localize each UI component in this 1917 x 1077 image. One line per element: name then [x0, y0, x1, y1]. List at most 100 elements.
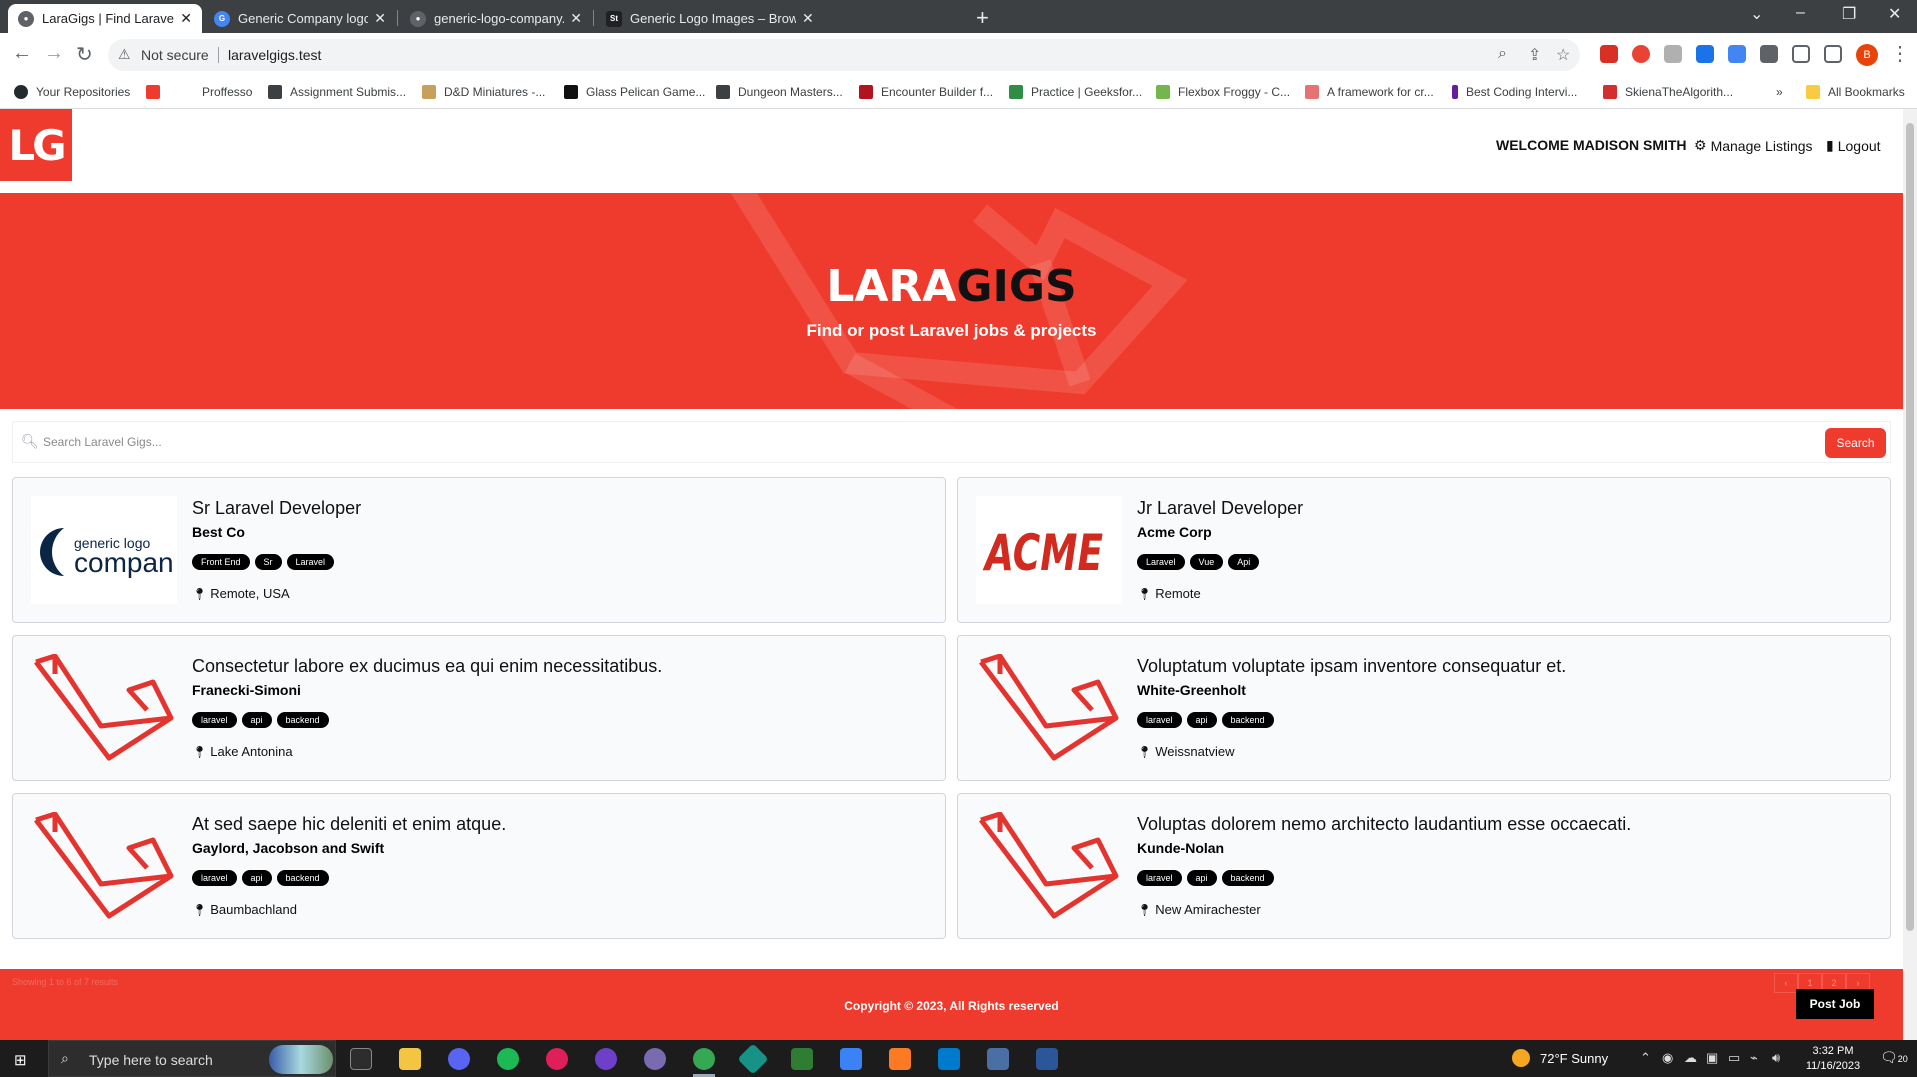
weather-text[interactable]: 72°F Sunny: [1540, 1051, 1608, 1066]
cloud-icon[interactable]: ☁: [1684, 1050, 1697, 1066]
windows-start-icon[interactable]: ⊞: [14, 1051, 27, 1069]
bookmark[interactable]: Encounter Builder f...: [859, 85, 993, 99]
bookmark[interactable]: Glass Pelican Game...: [564, 85, 705, 99]
spotify-icon[interactable]: [497, 1048, 519, 1070]
notification-icon[interactable]: 🗨︎20: [1880, 1049, 1908, 1066]
warning-icon[interactable]: ⚠: [118, 46, 131, 63]
tag[interactable]: laravel: [192, 870, 237, 886]
side-panel-icon[interactable]: [1824, 45, 1842, 63]
bookmark[interactable]: D&D Miniatures -...: [422, 85, 545, 99]
logout-link[interactable]: ▮ Logout: [1826, 137, 1881, 154]
listing-title[interactable]: Voluptatum voluptate ipsam inventore con…: [1137, 656, 1566, 677]
close-icon[interactable]: ✕: [570, 10, 582, 27]
bookmark[interactable]: Best Coding Intervi...: [1452, 85, 1577, 99]
tray-icon[interactable]: ▣: [1706, 1050, 1718, 1066]
close-window-icon[interactable]: ✕: [1888, 4, 1901, 24]
scrollbar-thumb[interactable]: [1906, 123, 1914, 931]
forward-icon[interactable]: →: [44, 42, 64, 65]
tag[interactable]: Front End: [192, 554, 250, 570]
xampp-icon[interactable]: [889, 1048, 911, 1070]
tag[interactable]: Api: [1228, 554, 1260, 570]
close-icon[interactable]: ✕: [180, 10, 192, 27]
file-explorer-icon[interactable]: [399, 1048, 421, 1070]
tag[interactable]: Laravel: [286, 554, 335, 570]
site-logo[interactable]: LG: [0, 109, 72, 181]
slack-icon[interactable]: [546, 1048, 568, 1070]
gitkraken-icon[interactable]: [737, 1043, 769, 1075]
tag[interactable]: laravel: [192, 712, 237, 728]
pagination-prev[interactable]: ‹: [1774, 973, 1798, 993]
tag[interactable]: api: [1186, 870, 1217, 886]
chrome-icon[interactable]: [693, 1048, 715, 1070]
task-view-icon[interactable]: [350, 1048, 372, 1070]
tag[interactable]: api: [241, 712, 272, 728]
browser-tab[interactable]: ● LaraGigs | Find Laravel Jobs & P ✕: [8, 4, 202, 33]
weather-icon[interactable]: [1512, 1049, 1530, 1067]
tag[interactable]: Vue: [1189, 554, 1224, 570]
new-tab-button[interactable]: +: [976, 5, 989, 31]
tab-search-icon[interactable]: ⌄: [1750, 4, 1763, 24]
github-desktop-icon[interactable]: [595, 1048, 617, 1070]
translate-icon[interactable]: [1728, 45, 1746, 63]
search-input[interactable]: [43, 430, 1493, 454]
menu-kebab-icon[interactable]: ⋮: [1890, 41, 1910, 66]
listing-card[interactable]: generic logo company Sr Laravel Develope…: [12, 477, 946, 623]
listing-title[interactable]: At sed saepe hic deleniti et enim atque.: [192, 814, 506, 835]
adblock-icon[interactable]: [1600, 45, 1618, 63]
search-button[interactable]: Search: [1825, 428, 1886, 458]
listing-title[interactable]: Voluptas dolorem nemo architecto laudant…: [1137, 814, 1631, 835]
app-icon[interactable]: [987, 1048, 1009, 1070]
record-icon[interactable]: ◉: [1662, 1050, 1673, 1066]
display-icon[interactable]: ▭: [1728, 1050, 1740, 1066]
bookmark[interactable]: SkienaTheAlgorith...: [1603, 85, 1733, 99]
zoom-icon[interactable]: ⌕: [1498, 45, 1507, 63]
tag[interactable]: laravel: [1137, 712, 1182, 728]
extension-blue-icon[interactable]: [1696, 45, 1714, 63]
listing-title[interactable]: Sr Laravel Developer: [192, 498, 361, 519]
listing-card[interactable]: Voluptas dolorem nemo architecto laudant…: [957, 793, 1891, 939]
star-icon[interactable]: ☆: [1556, 45, 1570, 65]
browser-tab[interactable]: St Generic Logo Images – Browse 2 ✕: [596, 4, 966, 33]
calendar-icon[interactable]: [840, 1048, 862, 1070]
bookmark[interactable]: A framework for cr...: [1305, 85, 1434, 99]
listing-title[interactable]: Jr Laravel Developer: [1137, 498, 1303, 519]
listing-card[interactable]: At sed saepe hic deleniti et enim atque.…: [12, 793, 946, 939]
reload-icon[interactable]: ↻: [76, 42, 93, 67]
close-icon[interactable]: ✕: [802, 10, 814, 27]
browser-tab[interactable]: ● generic-logo-company.png (400 ✕: [400, 4, 592, 33]
browser-tab[interactable]: G Generic Company logo Png - Go ✕: [204, 4, 396, 33]
page-scrollbar[interactable]: [1903, 109, 1917, 1040]
chevron-up-icon[interactable]: ⌃: [1640, 1050, 1651, 1066]
network-icon[interactable]: ⌁: [1750, 1050, 1758, 1066]
listing-card[interactable]: Consectetur labore ex ducimus ea qui eni…: [12, 635, 946, 781]
app-icon[interactable]: [644, 1048, 666, 1070]
url-text[interactable]: laravelgigs.test: [228, 47, 321, 63]
bookmark[interactable]: Proffesso: [202, 85, 252, 99]
address-bar[interactable]: ⚠ Not secure laravelgigs.test ⌕ ⇪ ☆: [108, 39, 1580, 71]
bookmark[interactable]: Assignment Submis...: [268, 85, 406, 99]
post-job-button[interactable]: Post Job: [1796, 989, 1874, 1019]
tag[interactable]: backend: [276, 712, 329, 728]
minimize-icon[interactable]: –: [1796, 4, 1805, 22]
tag[interactable]: backend: [1221, 712, 1274, 728]
tag[interactable]: backend: [1221, 870, 1274, 886]
restore-icon[interactable]: ❐: [1842, 4, 1856, 24]
extension-red-icon[interactable]: [1632, 45, 1650, 63]
listing-card[interactable]: Voluptatum voluptate ipsam inventore con…: [957, 635, 1891, 781]
profile-avatar[interactable]: B: [1856, 44, 1878, 66]
bookmarks-overflow[interactable]: »: [1776, 85, 1783, 99]
tag[interactable]: laravel: [1137, 870, 1182, 886]
listing-card[interactable]: ACME Jr Laravel Developer Acme Corp Lara…: [957, 477, 1891, 623]
sublime-text-icon[interactable]: [791, 1048, 813, 1070]
close-icon[interactable]: ✕: [374, 10, 386, 27]
manage-listings-link[interactable]: ⚙ Manage Listings: [1694, 137, 1813, 154]
listing-title[interactable]: Consectetur labore ex ducimus ea qui eni…: [192, 656, 662, 677]
discord-icon[interactable]: [448, 1048, 470, 1070]
tag[interactable]: api: [1186, 712, 1217, 728]
share-icon[interactable]: ⇪: [1528, 45, 1541, 65]
vscode-icon[interactable]: [938, 1048, 960, 1070]
bookmark[interactable]: Your Repositories: [14, 85, 130, 99]
security-status[interactable]: Not secure: [141, 47, 209, 63]
download-icon[interactable]: [1792, 45, 1810, 63]
taskbar-search[interactable]: ⌕ Type here to search: [48, 1040, 336, 1077]
